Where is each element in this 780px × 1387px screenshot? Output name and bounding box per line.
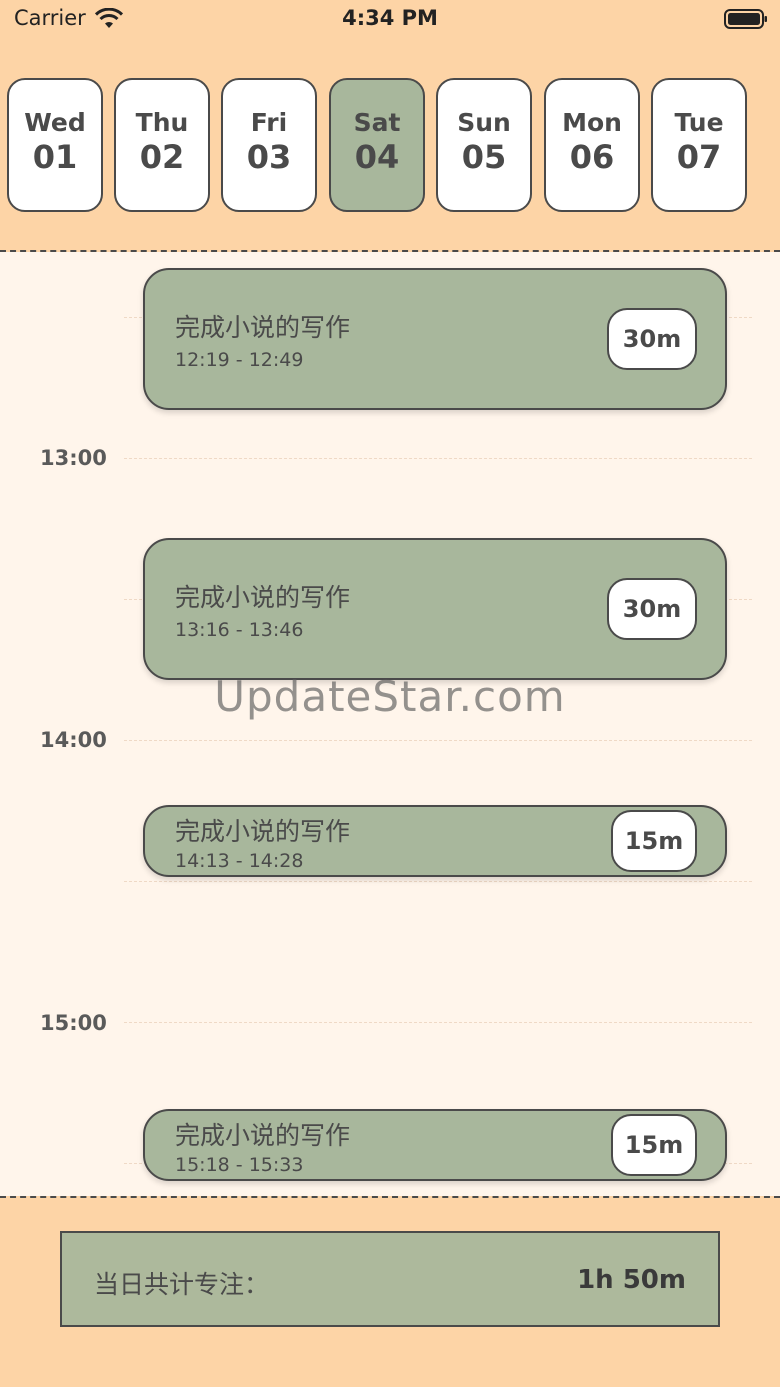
- day-number: 05: [461, 138, 507, 176]
- day-card-sat[interactable]: Sat 04: [329, 78, 425, 212]
- day-card-fri[interactable]: Fri 03: [221, 78, 317, 212]
- day-number: 02: [139, 138, 185, 176]
- day-name: Thu: [135, 108, 189, 137]
- grid-line: [124, 1022, 752, 1023]
- day-card-thu[interactable]: Thu 02: [114, 78, 210, 212]
- day-name: Sun: [457, 108, 511, 137]
- day-card-tue[interactable]: Tue 07: [651, 78, 747, 212]
- session-title: 完成小说的写作: [175, 313, 351, 342]
- session-card[interactable]: 完成小说的写作 14:13 - 14:28 15m: [143, 805, 727, 877]
- session-time: 13:16 - 13:46: [175, 619, 304, 641]
- session-time: 12:19 - 12:49: [175, 349, 304, 371]
- hour-label-13: 13:00: [40, 446, 107, 470]
- session-card[interactable]: 完成小说的写作 12:19 - 12:49 30m: [143, 268, 727, 410]
- header: Carrier 4:34 PM Wed 01 Thu 02 Fri 03 Sat…: [0, 0, 780, 252]
- day-name: Fri: [250, 108, 288, 137]
- day-name: Sat: [353, 108, 401, 137]
- day-card-sun[interactable]: Sun 05: [436, 78, 532, 212]
- session-time: 15:18 - 15:33: [175, 1154, 304, 1176]
- battery-icon: [724, 9, 767, 29]
- day-number: 07: [676, 138, 722, 176]
- day-card-wed[interactable]: Wed 01: [7, 78, 103, 212]
- hour-label-14: 14:00: [40, 728, 107, 752]
- summary-label: 当日共计专注：: [94, 1270, 270, 1299]
- day-number: 04: [354, 138, 400, 176]
- day-number: 06: [569, 138, 615, 176]
- grid-line: [124, 740, 752, 741]
- day-card-mon[interactable]: Mon 06: [544, 78, 640, 212]
- hour-label-15: 15:00: [40, 1011, 107, 1035]
- duration-badge: 30m: [607, 308, 697, 370]
- daily-focus-summary: 当日共计专注： 1h 50m: [60, 1231, 720, 1327]
- duration-badge: 15m: [611, 1114, 697, 1176]
- footer: 当日共计专注： 1h 50m: [0, 1196, 780, 1387]
- status-time: 4:34 PM: [342, 6, 438, 30]
- session-title: 完成小说的写作: [175, 583, 351, 612]
- day-number: 03: [246, 138, 292, 176]
- day-number: 01: [32, 138, 78, 176]
- timeline[interactable]: 13:00 14:00 15:00 完成小说的写作 12:19 - 12:49 …: [0, 254, 780, 1196]
- duration-badge: 15m: [611, 810, 697, 872]
- grid-line: [124, 881, 752, 882]
- session-title: 完成小说的写作: [175, 1121, 351, 1150]
- session-time: 14:13 - 14:28: [175, 850, 304, 872]
- session-card[interactable]: 完成小说的写作 13:16 - 13:46 30m: [143, 538, 727, 680]
- watermark: UpdateStar.com: [214, 672, 566, 721]
- session-card[interactable]: 完成小说的写作 15:18 - 15:33 15m: [143, 1109, 727, 1181]
- duration-badge: 30m: [607, 578, 697, 640]
- summary-total: 1h 50m: [577, 1265, 686, 1295]
- day-name: Mon: [562, 108, 622, 137]
- day-name: Wed: [24, 108, 86, 137]
- status-bar: Carrier 4:34 PM: [0, 0, 780, 40]
- day-name: Tue: [674, 108, 724, 137]
- grid-line: [124, 458, 752, 459]
- session-title: 完成小说的写作: [175, 817, 351, 846]
